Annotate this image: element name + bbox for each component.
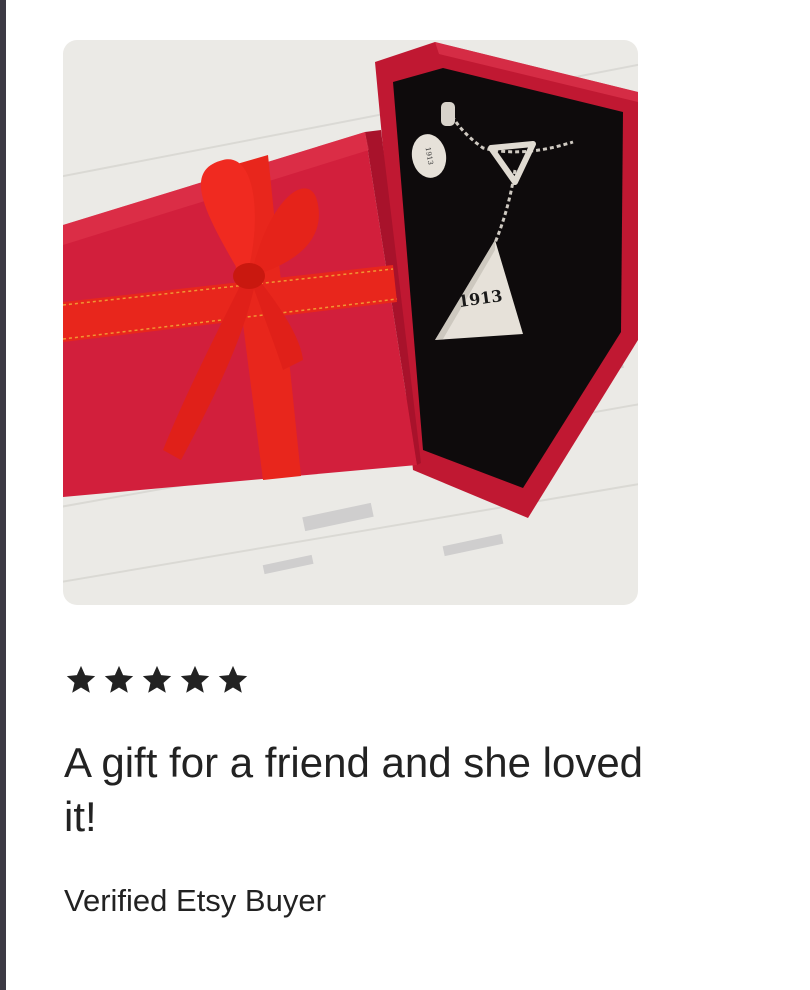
review-photo[interactable]: 1913 1913: [63, 40, 638, 605]
star-icon: [142, 665, 172, 693]
review-text: A gift for a friend and she loved it!: [64, 739, 644, 840]
star-icon: [66, 665, 96, 693]
star-rating: [64, 663, 250, 697]
reviewer-name: Verified Etsy Buyer: [64, 883, 326, 918]
star-icon: [104, 665, 134, 693]
window-edge: [0, 0, 6, 990]
star-icon: [218, 665, 248, 693]
review-photo-illustration: 1913 1913: [63, 40, 638, 605]
star-icon: [180, 665, 210, 693]
